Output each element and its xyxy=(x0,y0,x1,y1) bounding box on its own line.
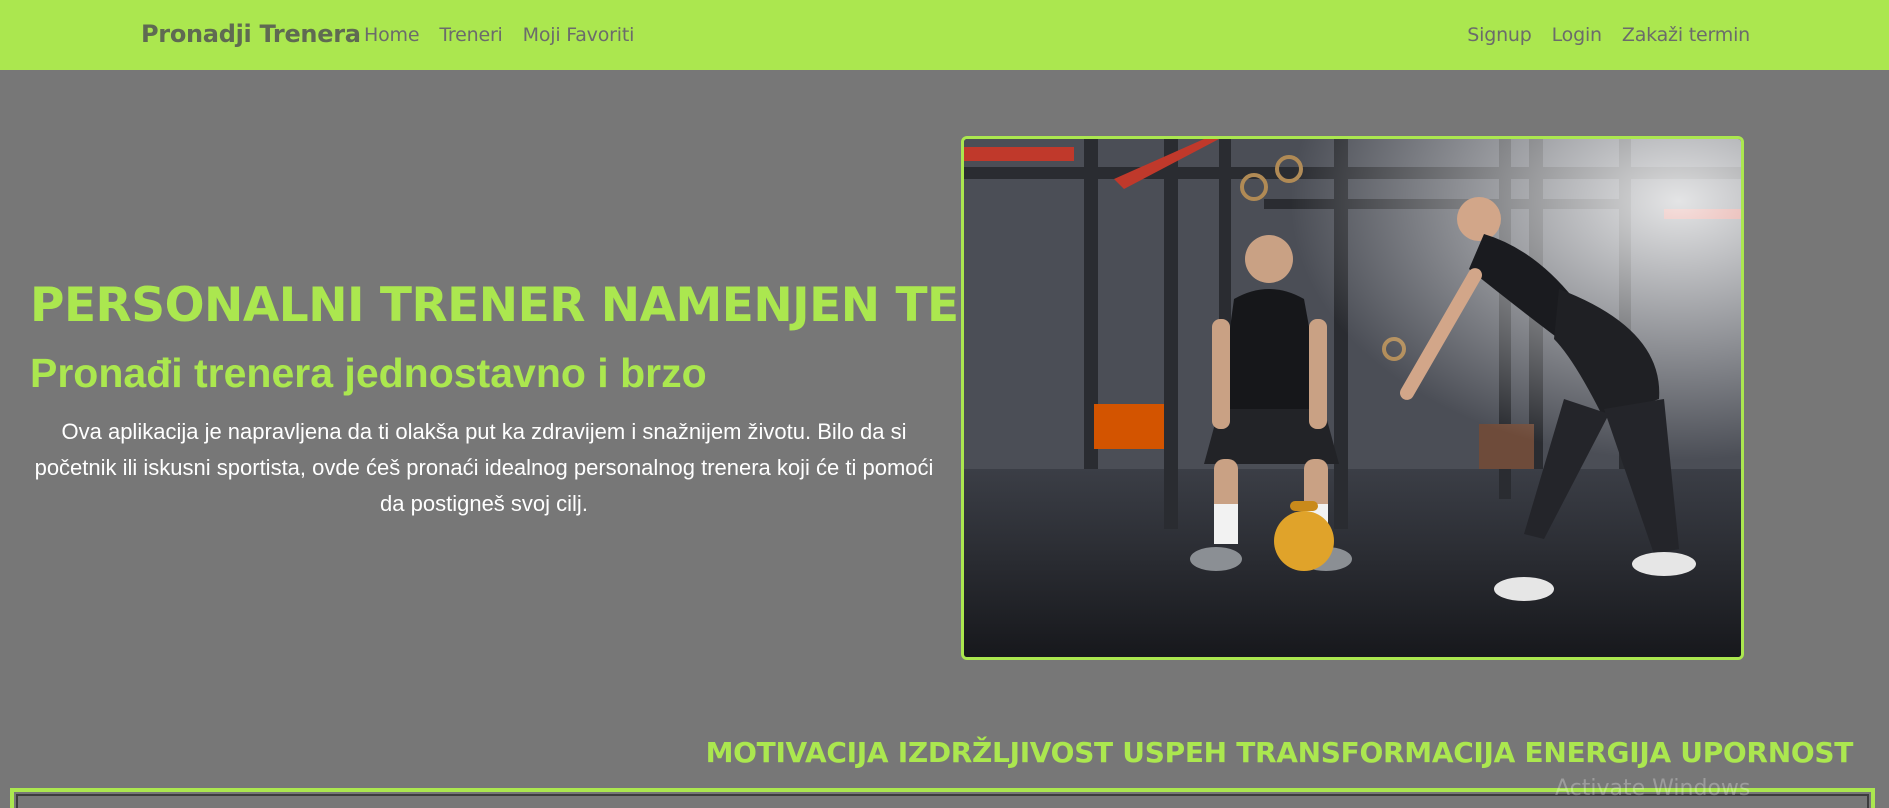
nav-right: Signup Login Zakaži termin xyxy=(1467,24,1750,46)
nav-link-zakazi-termin[interactable]: Zakaži termin xyxy=(1622,24,1750,46)
hero-image xyxy=(961,136,1744,660)
hero-subtitle: Pronađi trenera jednostavno i brzo xyxy=(30,350,707,396)
hero-title: PERSONALNI TRENER NAMENJEN TEBI xyxy=(30,278,1011,333)
nav-link-treneri[interactable]: Treneri xyxy=(439,24,503,46)
nav-link-login[interactable]: Login xyxy=(1552,24,1602,46)
nav-left: Home Treneri Moji Favoriti xyxy=(364,24,634,46)
gym-photo-illustration xyxy=(964,139,1741,657)
nav-link-signup[interactable]: Signup xyxy=(1467,24,1532,46)
brand-link[interactable]: Pronadji Trenera xyxy=(141,20,361,48)
hero-description: Ova aplikacija je napravljena da ti olak… xyxy=(34,419,934,516)
nav-link-moji-favoriti[interactable]: Moji Favoriti xyxy=(523,24,635,46)
nav-link-home[interactable]: Home xyxy=(364,24,420,46)
activate-windows-watermark: Activate Windows xyxy=(1555,776,1751,801)
navbar: Pronadji Trenera Home Treneri Moji Favor… xyxy=(0,0,1889,70)
motto-banner: MOTIVACIJA IZDRŽLJIVOST USPEH TRANSFORMA… xyxy=(705,736,1854,769)
